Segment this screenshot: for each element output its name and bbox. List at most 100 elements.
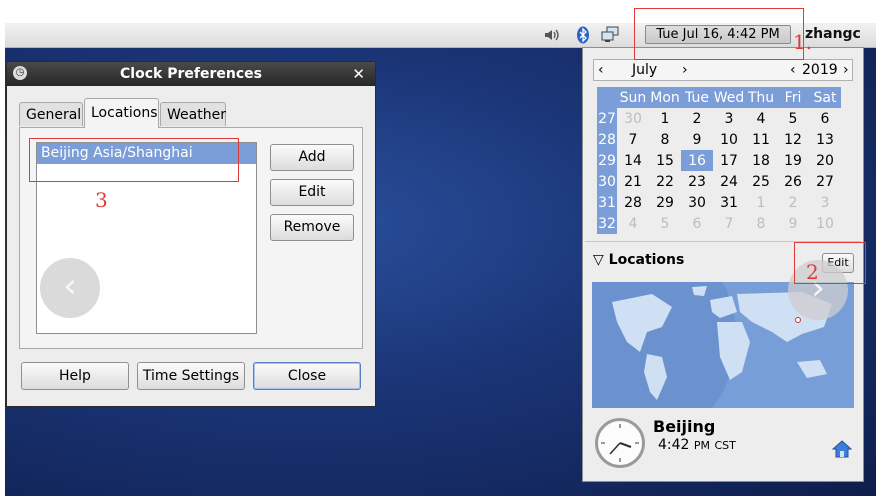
calendar-day[interactable]: 13 <box>809 129 841 150</box>
calendar-day[interactable]: 11 <box>745 129 777 150</box>
calendar-day[interactable]: 2 <box>777 192 809 213</box>
weekday-header: Mon <box>649 87 681 108</box>
calendar-day[interactable]: 3 <box>809 192 841 213</box>
weekday-header: Sat <box>809 87 841 108</box>
calendar-week-row: 29 14 15 16 17 18 19 20 <box>597 150 841 171</box>
calendar-day[interactable]: 26 <box>777 171 809 192</box>
calendar-day[interactable]: 12 <box>777 129 809 150</box>
next-year-icon[interactable]: › <box>843 62 849 78</box>
annotation-label-1: 1. <box>793 30 813 54</box>
calendar-day[interactable]: 8 <box>745 213 777 234</box>
calendar-day[interactable]: 30 <box>617 108 649 129</box>
calendar-day[interactable]: 2 <box>681 108 713 129</box>
weekday-header: Tue <box>681 87 713 108</box>
calendar-day[interactable]: 1 <box>649 108 681 129</box>
prev-month-icon[interactable]: ‹ <box>598 62 604 78</box>
bluetooth-icon[interactable] <box>574 26 592 44</box>
calendar-day[interactable]: 5 <box>649 213 681 234</box>
calendar-week-row: 32 4 5 6 7 8 9 10 <box>597 213 841 234</box>
calendar-day[interactable]: 14 <box>617 150 649 171</box>
calendar-day[interactable]: 31 <box>713 192 745 213</box>
calendar-day[interactable]: 3 <box>713 108 745 129</box>
locations-expander[interactable]: ▽ Locations <box>593 252 684 268</box>
help-button[interactable]: Help <box>21 362 129 390</box>
calendar-day[interactable]: 5 <box>777 108 809 129</box>
home-icon[interactable] <box>831 440 853 462</box>
month-label: July <box>632 62 658 78</box>
weekday-header: Thu <box>745 87 777 108</box>
annotation-box-1 <box>634 8 804 60</box>
week-number: 31 <box>597 192 617 213</box>
analog-clock-icon <box>595 418 645 468</box>
calendar-day[interactable]: 9 <box>681 129 713 150</box>
calendar-day[interactable]: 7 <box>713 213 745 234</box>
calendar-day[interactable]: 4 <box>745 108 777 129</box>
calendar-day[interactable]: 20 <box>809 150 841 171</box>
city-timezone: CST <box>714 439 736 452</box>
username-label[interactable]: zhangc <box>805 26 861 42</box>
calendar-week-row: 31 28 29 30 31 1 2 3 <box>597 192 841 213</box>
calendar-week-row: 27 30 1 2 3 4 5 6 <box>597 108 841 129</box>
calendar-week-row: 30 21 22 23 24 25 26 27 <box>597 171 841 192</box>
triangle-down-icon: ▽ <box>593 252 604 268</box>
city-time: 4:42 PM CST <box>658 437 736 453</box>
calendar-day[interactable]: 21 <box>617 171 649 192</box>
time-settings-button[interactable]: Time Settings <box>137 362 245 390</box>
close-icon[interactable]: ✕ <box>352 62 365 86</box>
calendar-day[interactable]: 7 <box>617 129 649 150</box>
network-icon[interactable] <box>601 26 619 44</box>
calendar-grid: Sun Mon Tue Wed Thu Fri Sat 27 30 1 2 3 4 5 6 28… <box>597 87 841 234</box>
calendar-day[interactable]: 10 <box>809 213 841 234</box>
calendar-day[interactable]: 23 <box>681 171 713 192</box>
calendar-day[interactable]: 15 <box>649 150 681 171</box>
calendar-header: ‹ July › ‹ 2019 › <box>593 59 853 81</box>
calendar-day[interactable]: 6 <box>681 213 713 234</box>
calendar-day[interactable]: 27 <box>809 171 841 192</box>
calendar-day[interactable]: 25 <box>745 171 777 192</box>
calendar-day[interactable]: 16 <box>681 150 713 171</box>
dialog-titlebar[interactable]: ◷ Clock Preferences ✕ <box>7 62 375 86</box>
calendar-day[interactable]: 1 <box>745 192 777 213</box>
city-time-value: 4:42 <box>658 437 690 453</box>
weekday-header-row: Sun Mon Tue Wed Thu Fri Sat <box>597 87 841 108</box>
close-button[interactable]: Close <box>253 362 361 390</box>
city-ampm: PM <box>693 439 711 452</box>
calendar-day[interactable]: 8 <box>649 129 681 150</box>
tab-locations[interactable]: Locations <box>84 98 159 128</box>
week-number-header <box>597 87 617 108</box>
clock-preferences-dialog: ◷ Clock Preferences ✕ General Locations … <box>6 61 376 407</box>
previous-nav-button[interactable]: ‹ <box>40 258 100 318</box>
annotation-box-2 <box>794 242 866 284</box>
speaker-icon[interactable] <box>543 26 561 44</box>
remove-button[interactable]: Remove <box>270 214 354 241</box>
weekday-header: Sun <box>617 87 649 108</box>
calendar-day[interactable]: 30 <box>681 192 713 213</box>
tab-weather[interactable]: Weather <box>160 102 226 126</box>
calendar-day[interactable]: 6 <box>809 108 841 129</box>
calendar-day[interactable]: 19 <box>777 150 809 171</box>
calendar-day[interactable]: 29 <box>649 192 681 213</box>
week-number: 29 <box>597 150 617 171</box>
locations-header: Locations <box>608 252 685 268</box>
weekday-header: Fri <box>777 87 809 108</box>
week-number: 32 <box>597 213 617 234</box>
edit-location-button[interactable]: Edit <box>270 179 354 206</box>
calendar-day[interactable]: 17 <box>713 150 745 171</box>
calendar-week-row: 28 7 8 9 10 11 12 13 <box>597 129 841 150</box>
calendar-day[interactable]: 9 <box>777 213 809 234</box>
week-number: 27 <box>597 108 617 129</box>
calendar-day[interactable]: 28 <box>617 192 649 213</box>
calendar-day[interactable]: 18 <box>745 150 777 171</box>
calendar-day[interactable]: 24 <box>713 171 745 192</box>
week-number: 28 <box>597 129 617 150</box>
calendar-day[interactable]: 10 <box>713 129 745 150</box>
dialog-title: Clock Preferences <box>120 66 262 82</box>
tab-general[interactable]: General <box>19 102 83 126</box>
annotation-label-2: 2 <box>806 260 819 284</box>
calendar-day[interactable]: 22 <box>649 171 681 192</box>
next-month-icon[interactable]: › <box>682 62 688 78</box>
add-button[interactable]: Add <box>270 144 354 171</box>
prev-year-icon[interactable]: ‹ <box>790 62 796 78</box>
city-name: Beijing <box>653 417 716 436</box>
calendar-day[interactable]: 4 <box>617 213 649 234</box>
